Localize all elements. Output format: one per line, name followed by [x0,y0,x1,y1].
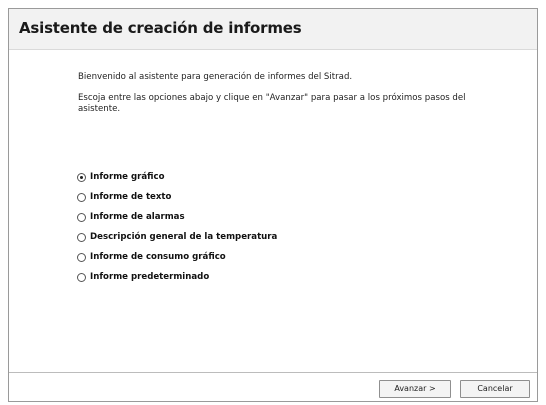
wizard-intro: Bienvenido al asistente para generación … [78,72,478,125]
option-informe-predeterminado[interactable]: Informe predeterminado [77,267,277,287]
option-label: Informe de alarmas [90,212,185,222]
wizard-header: Asistente de creación de informes [9,9,537,50]
option-informe-consumo-grafico[interactable]: Informe de consumo gráfico [77,247,277,267]
option-label: Descripción general de la temperatura [90,232,278,242]
option-informe-grafico[interactable]: Informe gráfico [77,167,277,187]
footer-divider [9,372,537,373]
option-label: Informe de texto [90,192,172,202]
radio-icon[interactable] [77,212,86,222]
instructions-text: Escoja entre las opciones abajo y clique… [78,93,466,114]
welcome-text: Bienvenido al asistente para generación … [78,72,353,82]
option-label: Informe gráfico [90,172,165,182]
next-button[interactable]: Avanzar > [379,380,451,398]
option-informe-de-alarmas[interactable]: Informe de alarmas [77,207,277,227]
report-wizard-window: Asistente de creación de informes Bienve… [8,8,538,402]
radio-selected-icon[interactable] [77,172,86,182]
radio-icon[interactable] [77,272,86,282]
radio-icon[interactable] [77,232,86,242]
cancel-button[interactable]: Cancelar [460,380,530,398]
option-informe-de-texto[interactable]: Informe de texto [77,187,277,207]
report-type-options: Informe gráfico Informe de texto Informe… [77,167,277,287]
option-label: Informe de consumo gráfico [90,252,226,262]
option-descripcion-temperatura[interactable]: Descripción general de la temperatura [77,227,277,247]
radio-icon[interactable] [77,252,86,262]
page-title: Asistente de creación de informes [19,19,302,37]
radio-icon[interactable] [77,192,86,202]
option-label: Informe predeterminado [90,272,210,282]
